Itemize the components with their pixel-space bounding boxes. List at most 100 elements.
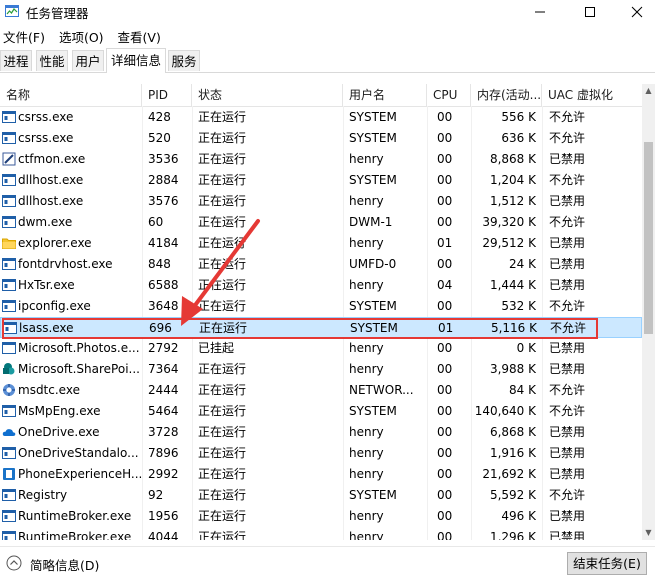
- table-row[interactable]: HxTsr.exe 6588 正在运行 henry 04 1,444 K 已禁用: [0, 275, 642, 296]
- process-name: ctfmon.exe: [18, 152, 86, 166]
- process-name: fontdrvhost.exe: [18, 257, 113, 271]
- process-name: PhoneExperienceH...: [18, 467, 142, 481]
- table-row[interactable]: RuntimeBroker.exe 4044 正在运行 henry 00 1,296 K 已…: [0, 527, 642, 540]
- process-icon: [2, 447, 16, 459]
- table-row[interactable]: fontdrvhost.exe 848 正在运行 UMFD-0 00 24 K 已禁用: [0, 254, 642, 275]
- end-task-button[interactable]: 结束任务(E): [567, 552, 647, 575]
- table-row[interactable]: OneDriveStandalo... 7896 正在运行 henry 00 1,916 …: [0, 443, 642, 464]
- table-header: 名称 PID 状态 用户名 CPU 内存(活动... UAC 虚拟化: [0, 84, 642, 107]
- tab-processes[interactable]: 进程: [0, 50, 32, 71]
- table-row[interactable]: dwm.exe 60 正在运行 DWM-1 00 39,320 K 不允许: [0, 212, 642, 233]
- process-user: henry: [349, 467, 384, 481]
- process-pid: 696: [149, 321, 172, 335]
- process-icon: [3, 322, 17, 334]
- details-table: 名称 PID 状态 用户名 CPU 内存(活动... UAC 虚拟化 csrss…: [0, 84, 642, 540]
- process-user: SYSTEM: [349, 299, 397, 313]
- process-icon: [2, 258, 16, 270]
- process-user: DWM-1: [349, 215, 393, 229]
- process-status: 正在运行: [198, 509, 247, 523]
- process-icon: [2, 195, 16, 207]
- table-row[interactable]: Microsoft.Photos.e... 2792 已挂起 henry 00 0 K 已禁…: [0, 338, 642, 359]
- tab-details[interactable]: 详细信息: [106, 48, 166, 73]
- tab-strip: 进程 性能 用户 详细信息 服务: [0, 48, 655, 73]
- process-memory: 39,320 K: [482, 215, 536, 229]
- process-uac: 已禁用: [549, 236, 586, 250]
- process-pid: 520: [148, 131, 171, 145]
- process-memory: 0 K: [516, 341, 536, 355]
- table-row[interactable]: csrss.exe 520 正在运行 SYSTEM 00 636 K 不允许: [0, 128, 642, 149]
- fewer-details-link[interactable]: 简略信息(D): [30, 555, 99, 574]
- process-memory: 24 K: [509, 257, 536, 271]
- process-uac: 不允许: [549, 131, 586, 145]
- tab-performance[interactable]: 性能: [36, 50, 68, 71]
- process-pid: 3536: [148, 152, 179, 166]
- table-row[interactable]: dllhost.exe 3576 正在运行 henry 00 1,512 K 已禁用: [0, 191, 642, 212]
- column-header-username[interactable]: 用户名: [343, 84, 427, 106]
- maximize-button[interactable]: [567, 0, 613, 24]
- table-row[interactable]: csrss.exe 428 正在运行 SYSTEM 00 556 K 不允许: [0, 107, 642, 128]
- column-header-pid[interactable]: PID: [142, 84, 192, 106]
- process-name: dllhost.exe: [18, 173, 84, 187]
- minimize-button[interactable]: [517, 0, 563, 24]
- scroll-up-icon[interactable]: ▲: [642, 84, 655, 98]
- task-manager-icon: [5, 5, 19, 17]
- table-row[interactable]: msdtc.exe 2444 正在运行 NETWOR... 00 84 K 不允许: [0, 380, 642, 401]
- process-user: henry: [349, 530, 384, 540]
- scroll-down-icon[interactable]: ▼: [642, 526, 655, 540]
- process-user: SYSTEM: [349, 173, 397, 187]
- table-row[interactable]: ctfmon.exe 3536 正在运行 henry 00 8,868 K 已禁用: [0, 149, 642, 170]
- table-row[interactable]: Registry 92 正在运行 SYSTEM 00 5,592 K 不允许: [0, 485, 642, 506]
- table-row[interactable]: lsass.exe 696 正在运行 SYSTEM 01 5,116 K 不允许: [0, 317, 642, 338]
- process-icon: [2, 300, 16, 312]
- column-header-cpu[interactable]: CPU: [427, 84, 471, 106]
- process-memory: 8,868 K: [489, 152, 536, 166]
- title-bar: 任务管理器: [0, 0, 655, 24]
- process-name: OneDriveStandalo...: [18, 446, 139, 460]
- process-user: henry: [349, 341, 384, 355]
- process-cpu: 00: [437, 383, 453, 397]
- process-uac: 已禁用: [549, 278, 586, 292]
- menu-file[interactable]: 文件(F): [0, 26, 50, 46]
- process-uac: 不允许: [549, 383, 586, 397]
- process-cpu: 00: [437, 110, 453, 124]
- maximize-icon: [585, 7, 595, 17]
- process-memory: 636 K: [501, 131, 536, 145]
- process-pid: 2992: [148, 467, 179, 481]
- tab-services[interactable]: 服务: [168, 50, 200, 71]
- process-cpu: 00: [437, 467, 453, 481]
- footer-bar: 简略信息(D) 结束任务(E): [0, 546, 655, 587]
- table-row[interactable]: MsMpEng.exe 5464 正在运行 SYSTEM 00 140,640 K 不允许: [0, 401, 642, 422]
- process-cpu: 00: [437, 131, 453, 145]
- menu-options[interactable]: 选项(O): [54, 26, 109, 46]
- process-name: explorer.exe: [18, 236, 92, 250]
- tab-users[interactable]: 用户: [72, 50, 104, 71]
- vertical-scrollbar[interactable]: ▲ ▼: [642, 84, 655, 540]
- table-row[interactable]: explorer.exe 4184 正在运行 henry 01 29,512 K 已禁用: [0, 233, 642, 254]
- table-row[interactable]: Microsoft.SharePoi... 7364 正在运行 henry 00 3,98…: [0, 359, 642, 380]
- process-status: 正在运行: [199, 321, 248, 335]
- process-name: msdtc.exe: [18, 383, 80, 397]
- process-memory: 1,296 K: [489, 530, 536, 540]
- process-cpu: 00: [437, 425, 453, 439]
- process-name: csrss.exe: [18, 131, 74, 145]
- column-header-name[interactable]: 名称: [0, 84, 142, 106]
- column-header-memory[interactable]: 内存(活动...: [471, 84, 542, 106]
- process-user: SYSTEM: [349, 110, 397, 124]
- menu-bar: 文件(F) 选项(O) 查看(V): [0, 26, 170, 46]
- close-button[interactable]: [614, 0, 655, 24]
- column-header-uac[interactable]: UAC 虚拟化: [542, 84, 642, 106]
- column-header-status[interactable]: 状态: [192, 84, 343, 106]
- table-row[interactable]: PhoneExperienceH... 2992 正在运行 henry 00 21,692…: [0, 464, 642, 485]
- chevron-up-circle-icon[interactable]: [6, 555, 22, 571]
- menu-view[interactable]: 查看(V): [113, 26, 166, 46]
- scroll-thumb[interactable]: [644, 142, 653, 334]
- table-row[interactable]: ipconfig.exe 3648 正在运行 SYSTEM 00 532 K 不允许: [0, 296, 642, 317]
- table-row[interactable]: OneDrive.exe 3728 正在运行 henry 00 6,868 K 已禁用: [0, 422, 642, 443]
- process-pid: 428: [148, 110, 171, 124]
- table-row[interactable]: RuntimeBroker.exe 1956 正在运行 henry 00 496 K 已禁用: [0, 506, 642, 527]
- table-row[interactable]: dllhost.exe 2884 正在运行 SYSTEM 00 1,204 K 不允许: [0, 170, 642, 191]
- process-pid: 2444: [148, 383, 179, 397]
- process-user: henry: [349, 509, 384, 523]
- process-cpu: 00: [437, 362, 453, 376]
- process-name: Registry: [18, 488, 68, 502]
